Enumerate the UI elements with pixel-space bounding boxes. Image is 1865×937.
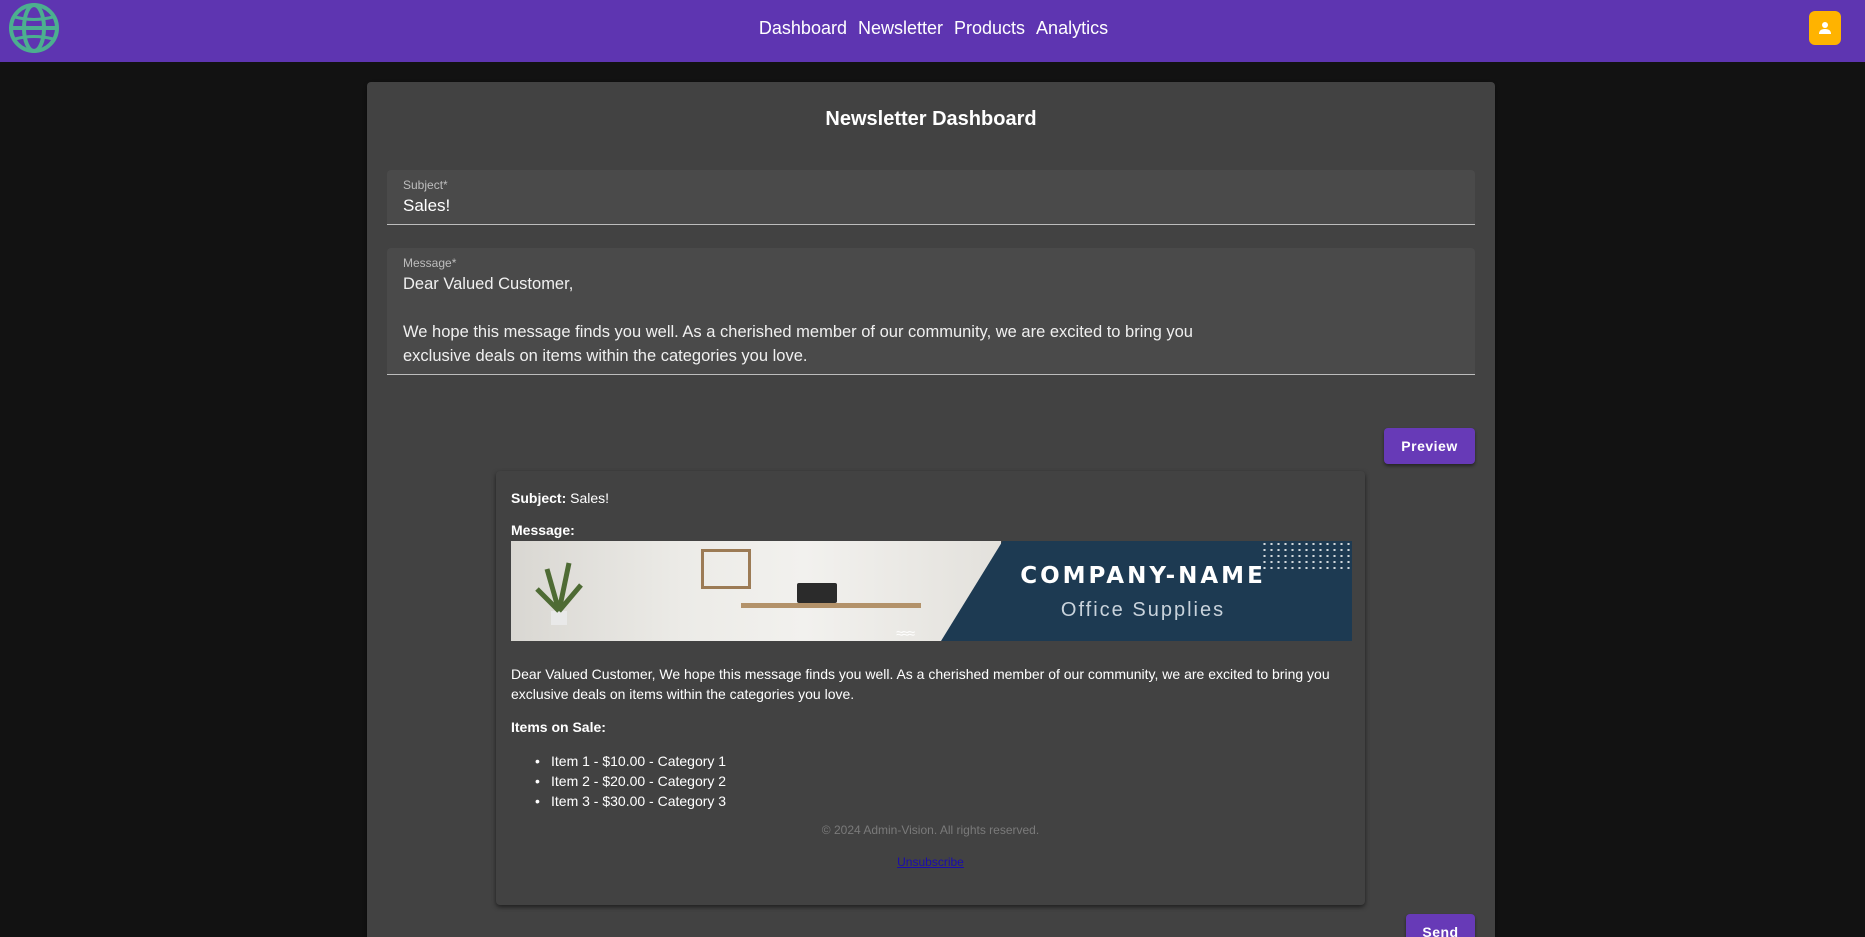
preview-subject-value: Sales! (570, 490, 610, 506)
nav-link-newsletter[interactable]: Newsletter (858, 18, 943, 39)
nav-link-analytics[interactable]: Analytics (1036, 18, 1108, 39)
unsubscribe-row: Unsubscribe (496, 855, 1365, 869)
preview-message-label: Message: (511, 522, 575, 538)
list-item: Item 1 - $10.00 - Category 1 (511, 751, 726, 771)
newsletter-card: Newsletter Dashboard Subject* Sales! Mes… (367, 82, 1495, 937)
monitor (797, 583, 837, 603)
list-item: Item 2 - $20.00 - Category 2 (511, 771, 726, 791)
subject-input[interactable]: Sales! (403, 196, 450, 216)
banner-tagline: Office Supplies (1060, 599, 1226, 621)
send-button[interactable]: Send (1406, 914, 1475, 937)
unsubscribe-link[interactable]: Unsubscribe (897, 855, 964, 869)
subject-field[interactable]: Subject* Sales! (387, 170, 1475, 225)
copyright-footer: © 2024 Admin-Vision. All rights reserved… (821, 823, 1040, 837)
plant-icon (535, 562, 583, 625)
nav-link-products[interactable]: Products (954, 18, 1025, 39)
list-item: Item 3 - $30.00 - Category 3 (511, 791, 726, 811)
items-on-sale-title: Items on Sale: (511, 719, 606, 735)
items-list: Item 1 - $10.00 - Category 1 Item 2 - $2… (511, 751, 726, 811)
message-field[interactable]: Message* Dear Valued Customer, We hope t… (387, 248, 1475, 375)
nav-link-dashboard[interactable]: Dashboard (759, 18, 847, 39)
main-nav: Dashboard Newsletter Products Analytics (0, 0, 1865, 56)
preview-button[interactable]: Preview (1384, 428, 1475, 464)
company-banner: ≈≈≈ COMPANY-NAME Office Supplies (511, 541, 1352, 641)
preview-subject-label: Subject: (511, 490, 567, 506)
office-photo (511, 541, 1001, 641)
email-preview: Subject: Sales! Message: ≈≈≈ COMPANY-NAM… (496, 471, 1365, 905)
user-icon (1819, 22, 1831, 34)
wave-icon: ≈≈≈ (896, 625, 915, 641)
subject-label: Subject* (403, 178, 448, 192)
picture-frame (701, 549, 751, 589)
desk (741, 603, 921, 608)
preview-subject: Subject: Sales! (511, 490, 609, 506)
banner-company-name: COMPANY-NAME (1020, 563, 1266, 589)
page-title: Newsletter Dashboard (825, 108, 1037, 130)
user-menu-button[interactable] (1809, 11, 1841, 45)
message-textarea[interactable]: Dear Valued Customer, We hope this messa… (403, 272, 1303, 368)
top-app-bar: Dashboard Newsletter Products Analytics (0, 0, 1865, 62)
preview-body: Dear Valued Customer, We hope this messa… (511, 666, 1330, 702)
message-label: Message* (403, 256, 457, 270)
